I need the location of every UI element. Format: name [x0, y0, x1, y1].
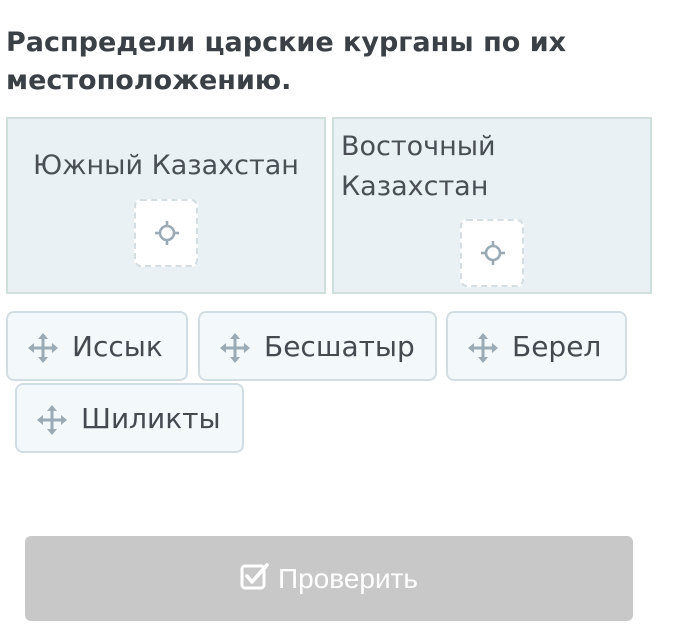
zone-label: Восточный Казахстан	[341, 131, 496, 202]
move-arrows-icon	[28, 333, 58, 363]
item-label: Бесшатыр	[264, 330, 415, 363]
draggable-item-issyk[interactable]: Иссык	[6, 311, 188, 381]
drop-slot[interactable]	[134, 199, 198, 267]
task-title: Распредели царские курганы по их местопо…	[6, 27, 567, 96]
checkbox-check-icon	[240, 563, 269, 590]
item-label: Берел	[512, 330, 602, 363]
move-arrows-icon	[220, 333, 250, 363]
move-arrows-icon	[37, 405, 67, 435]
check-button-label: Проверить	[277, 563, 419, 594]
drop-zone-east-kazakhstan[interactable]: Восточный Казахстан	[332, 117, 652, 294]
drop-slot[interactable]	[460, 219, 524, 287]
draggable-item-berel[interactable]: Берел	[446, 311, 627, 381]
crosshair-icon	[481, 241, 505, 265]
zone-label: Южный Казахстан	[33, 150, 299, 181]
item-label: Иссык	[72, 330, 163, 363]
check-button-content: Проверить	[25, 559, 633, 599]
move-arrows-icon	[468, 333, 498, 363]
drop-zone-south-kazakhstan[interactable]: Южный Казахстан	[6, 117, 326, 294]
check-button[interactable]: Проверить	[25, 536, 633, 621]
crosshair-icon	[155, 221, 179, 245]
draggable-item-shilikty[interactable]: Шиликты	[15, 383, 244, 453]
draggable-item-besshatyr[interactable]: Бесшатыр	[198, 311, 437, 381]
item-label: Шиликты	[81, 402, 221, 435]
